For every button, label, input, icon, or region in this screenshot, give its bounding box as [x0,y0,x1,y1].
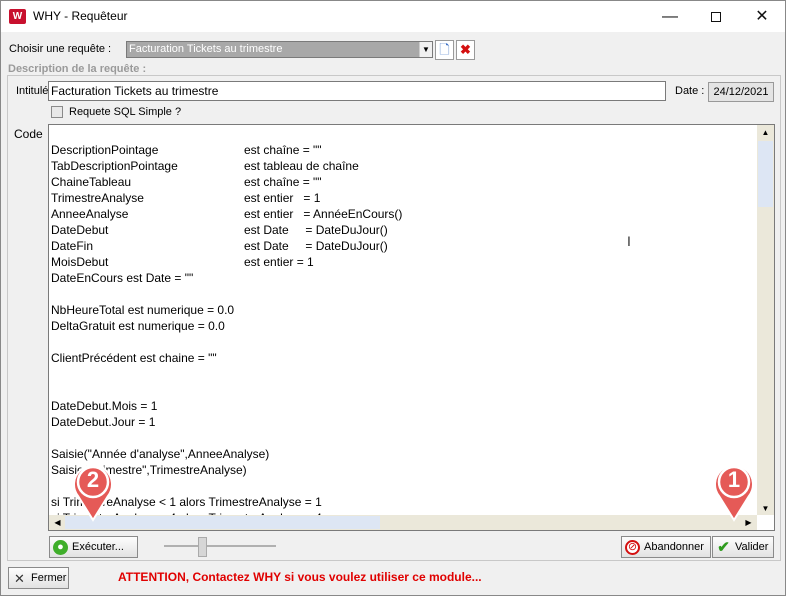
abandon-label: Abandonner [644,541,704,553]
scroll-down-arrow-icon[interactable]: ▼ [757,501,774,516]
code-line-definition: est entier = 1 [244,255,314,269]
execute-icon: ● [53,540,68,555]
description-section-title: Description de la requête : [8,63,147,75]
code-lines[interactable]: DescriptionPointage est chaîne = "" TabDes… [51,142,756,521]
validate-label: Valider [735,541,769,553]
code-line-definition: est Date = DateDuJour() [244,223,388,237]
code-line-text: AnneeAnalyse [51,207,129,221]
new-query-button[interactable]: 🗋 [435,40,454,60]
requeteur-window: W WHY - Requêteur — ✕ Choisir une requêt… [0,0,786,596]
code-line: ClientPrécédent est chaine = "" [51,350,756,366]
code-line: Saisie("Année d'analyse",AnneeAnalyse) [51,446,756,462]
minimize-button[interactable]: — [647,1,693,32]
intitule-label: Intitulé [16,85,49,97]
forbidden-icon: ⊘ [625,540,640,555]
code-line: Saisie("Trimestre",TrimestreAnalyse) [51,462,756,478]
code-line-text: NbHeureTotal est numerique = 0.0 [51,303,235,317]
marker-number-1: 1 [727,467,741,492]
execute-label: Exécuter... [72,541,124,553]
scroll-up-arrow-icon[interactable]: ▲ [757,125,774,140]
code-line-text: ChaineTableau [51,175,132,189]
execute-button[interactable]: ● Exécuter... [49,536,138,558]
code-line-definition: est entier = 1 [244,191,321,205]
scroll-left-arrow-icon[interactable]: ◀ [49,515,66,530]
new-document-icon: 🗋 [439,42,450,57]
code-line-text: TabDescriptionPointage [51,159,178,173]
code-line: TabDescriptionPointage est tableau de cha… [51,158,756,174]
window-title: WHY - Requêteur [33,9,128,23]
delete-query-button[interactable]: ✖ [456,40,475,60]
checkmark-icon: ✔ [717,539,730,556]
code-line: si TrimestreAnalyse < 1 alors TrimestreA… [51,494,756,510]
code-line: DescriptionPointage est chaîne = "" [51,142,756,158]
scrollbar-corner [757,515,774,530]
code-line: TrimestreAnalyse est entier = 1 [51,190,756,206]
code-line: DateEnCours est Date = "" [51,270,756,286]
maximize-button[interactable] [693,1,739,32]
intitule-input[interactable]: Facturation Tickets au trimestre [48,81,666,101]
code-line: MoisDebut est entier = 1 [51,254,756,270]
vertical-scrollbar[interactable]: ▲ ▼ [757,125,774,516]
marker-number-2: 2 [86,467,100,492]
abandon-button[interactable]: ⊘ Abandonner [621,536,711,558]
code-line-definition: est Date = DateDuJour() [244,239,388,253]
code-line-text: DescriptionPointage [51,143,159,157]
code-line-text: Saisie("Année d'analyse",AnneeAnalyse) [51,447,270,461]
code-line-text: DateFin [51,239,94,253]
date-label: Date : [675,85,705,97]
code-line: DateFin est Date = DateDuJour() [51,238,756,254]
horizontal-scrollbar[interactable]: ◀ ▶ [49,515,774,530]
delete-icon: ✖ [460,42,471,57]
code-line-definition: est chaîne = "" [244,175,322,189]
code-editor[interactable]: DescriptionPointage est chaîne = "" TabDes… [48,124,775,531]
chevron-down-icon[interactable]: ▼ [419,42,432,57]
code-line: DateDebut.Jour = 1 [51,414,756,430]
code-line: ChaineTableau est chaîne = "" [51,174,756,190]
maximize-icon [711,11,721,22]
close-icon: ✕ [14,571,25,586]
warning-text: ATTENTION, Contactez WHY si vous voulez … [118,570,482,584]
code-line-text: MoisDebut [51,255,109,269]
code-line: DateDebut.Mois = 1 [51,398,756,414]
code-line: AnneeAnalyse est entier = AnnéeEnCours() [51,206,756,222]
slider-track[interactable] [164,545,276,547]
code-line-text: DateEnCours est Date = "" [51,271,194,285]
query-select[interactable]: Facturation Tickets au trimestre ▼ [126,41,433,58]
code-line-text: DateDebut.Mois = 1 [51,399,158,413]
title-bar: W WHY - Requêteur — ✕ [1,1,785,32]
simple-sql-label: Requete SQL Simple ? [69,106,182,118]
code-line-text: DeltaGratuit est numerique = 0.0 [51,319,225,333]
code-line: DateDebut est Date = DateDuJour() [51,222,756,238]
slider-thumb[interactable] [198,537,207,557]
date-field[interactable]: 24/12/2021 [708,82,774,102]
validate-button[interactable]: ✔ Valider [712,536,774,558]
code-line-text: DateDebut [51,223,109,237]
annotation-marker-1: 1 [711,460,757,522]
close-button[interactable]: ✕ Fermer [8,567,69,589]
annotation-marker-2: 2 [70,460,116,522]
query-select-value: Facturation Tickets au trimestre [127,42,419,57]
choose-query-label: Choisir une requête : [9,43,112,55]
text-cursor-icon: I [627,233,631,249]
close-window-button[interactable]: ✕ [739,1,785,32]
code-line-definition: est tableau de chaîne [244,159,359,173]
code-line: DeltaGratuit est numerique = 0.0 [51,318,756,334]
close-label: Fermer [31,572,67,584]
app-logo-icon: W [9,9,26,24]
vertical-scroll-thumb[interactable] [758,141,773,207]
code-line-text: ClientPrécédent est chaine = "" [51,351,217,365]
code-line-text: TrimestreAnalyse [51,191,144,205]
code-label: Code [14,127,43,141]
code-line: NbHeureTotal est numerique = 0.0 [51,302,756,318]
code-line-text: DateDebut.Jour = 1 [51,415,156,429]
code-line-definition: est chaîne = "" [244,143,322,157]
simple-sql-checkbox[interactable] [51,106,63,118]
code-line-definition: est entier = AnnéeEnCours() [244,207,403,221]
